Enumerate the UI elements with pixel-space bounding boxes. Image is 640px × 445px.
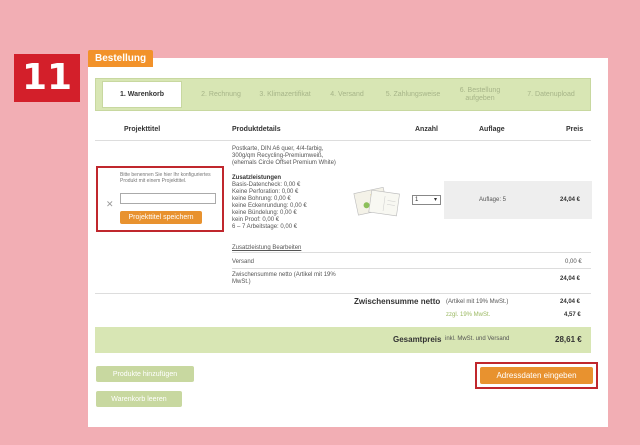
extra-item: keine Eckenrundung: 0,00 € [232,203,307,209]
total-note: inkl. MwSt. und Versand [445,336,510,342]
subtotal-note: (Artikel mit 19% MwSt.) [446,299,509,305]
add-products-button[interactable]: Produkte hinzufügen [96,366,194,382]
step-place-order[interactable]: 6. Bestellung aufgeben [452,79,508,110]
order-tab: Bestellung [88,50,154,67]
project-title-input[interactable] [120,193,216,204]
subtotal-value: 24,04 € [560,299,581,305]
header-quantity: Anzahl [415,126,438,133]
empty-cart-button[interactable]: Warenkorb leeren [96,391,182,407]
divider [232,252,591,253]
postcard-image [353,186,400,217]
vat-label: zzgl. 19% MwSt. [446,312,491,318]
chevron-down-icon: ▾ [433,197,437,203]
divider [95,293,591,294]
extra-item: Basis-Datencheck: 0,00 € [232,182,301,188]
shipping-label: Versand [232,259,255,265]
header-price: Preis [566,126,584,133]
remove-item-icon[interactable]: ✕ [106,199,114,210]
step-shipping[interactable]: 4. Versand [322,79,372,110]
step-cart[interactable]: 1. Warenkorb [102,81,182,108]
extras-heading: Zusatzleistungen [232,175,282,181]
extra-item: Keine Perforation: 0,00 € [232,189,299,195]
header-edition: Auflage [479,126,505,133]
extra-item: keine Bündelung: 0,00 € [232,210,297,216]
total-label: Gesamtpreis [393,335,442,344]
subtotal-label: Zwischensumme netto [354,297,441,306]
checkout-steps: 1. Warenkorb 2. Rechnung 3. Klimazertifi… [95,78,591,111]
project-hint: Bitte benennen Sie hier Ihr konfiguriert… [120,172,211,184]
subtotal-line-value: 24,04 € [560,276,581,282]
step-number-badge: 11 [14,54,80,102]
edit-extras-link[interactable]: Zusatzleistung Bearbeiten [232,245,301,252]
total-value: 28,61 € [555,335,582,344]
step-invoice[interactable]: 2. Rechnung [192,79,250,110]
enter-address-button[interactable]: Adressdaten eingeben [480,367,593,384]
quantity-value: 1 [415,197,419,203]
header-details: Produktdetails [232,126,281,133]
shipping-value: 0,00 € [565,259,582,265]
vat-value: 4,57 € [564,312,581,318]
step-payment[interactable]: 5. Zahlungsweise [378,79,448,110]
total-bar: Gesamtpreis inkl. MwSt. und Versand 28,6… [95,327,591,353]
product-title: Postkarte [232,146,258,152]
item-price: 24,04 € [560,197,581,203]
subtotal-line-label: Zwischensumme netto (Artikel mit 19% MwS… [232,272,336,285]
product-description: Postkarte, DIN A6 quer, 4/4-farbig, 300g… [232,146,344,167]
edition-value: Auflage: 5 [479,197,507,203]
header-project: Projekttitel [124,126,161,133]
extra-item: keine Bohrung: 0,00 € [232,196,291,202]
quantity-select[interactable]: 1 ▾ [412,195,441,205]
divider [232,268,591,269]
extra-item: kein Proof: 0,00 € [232,217,280,223]
save-project-title-button[interactable]: Projekttitel speichern [120,211,202,224]
step-climate[interactable]: 3. Klimazertifikat [252,79,318,110]
extra-item: 6 – 7 Arbeitstage: 0,00 € [232,224,298,230]
project-title-box: ✕ Bitte benennen Sie hier Ihr konfigurie… [96,166,224,232]
divider [95,140,591,141]
address-button-highlight: Adressdaten eingeben [475,362,598,389]
step-upload[interactable]: 7. Datenupload [516,79,586,110]
